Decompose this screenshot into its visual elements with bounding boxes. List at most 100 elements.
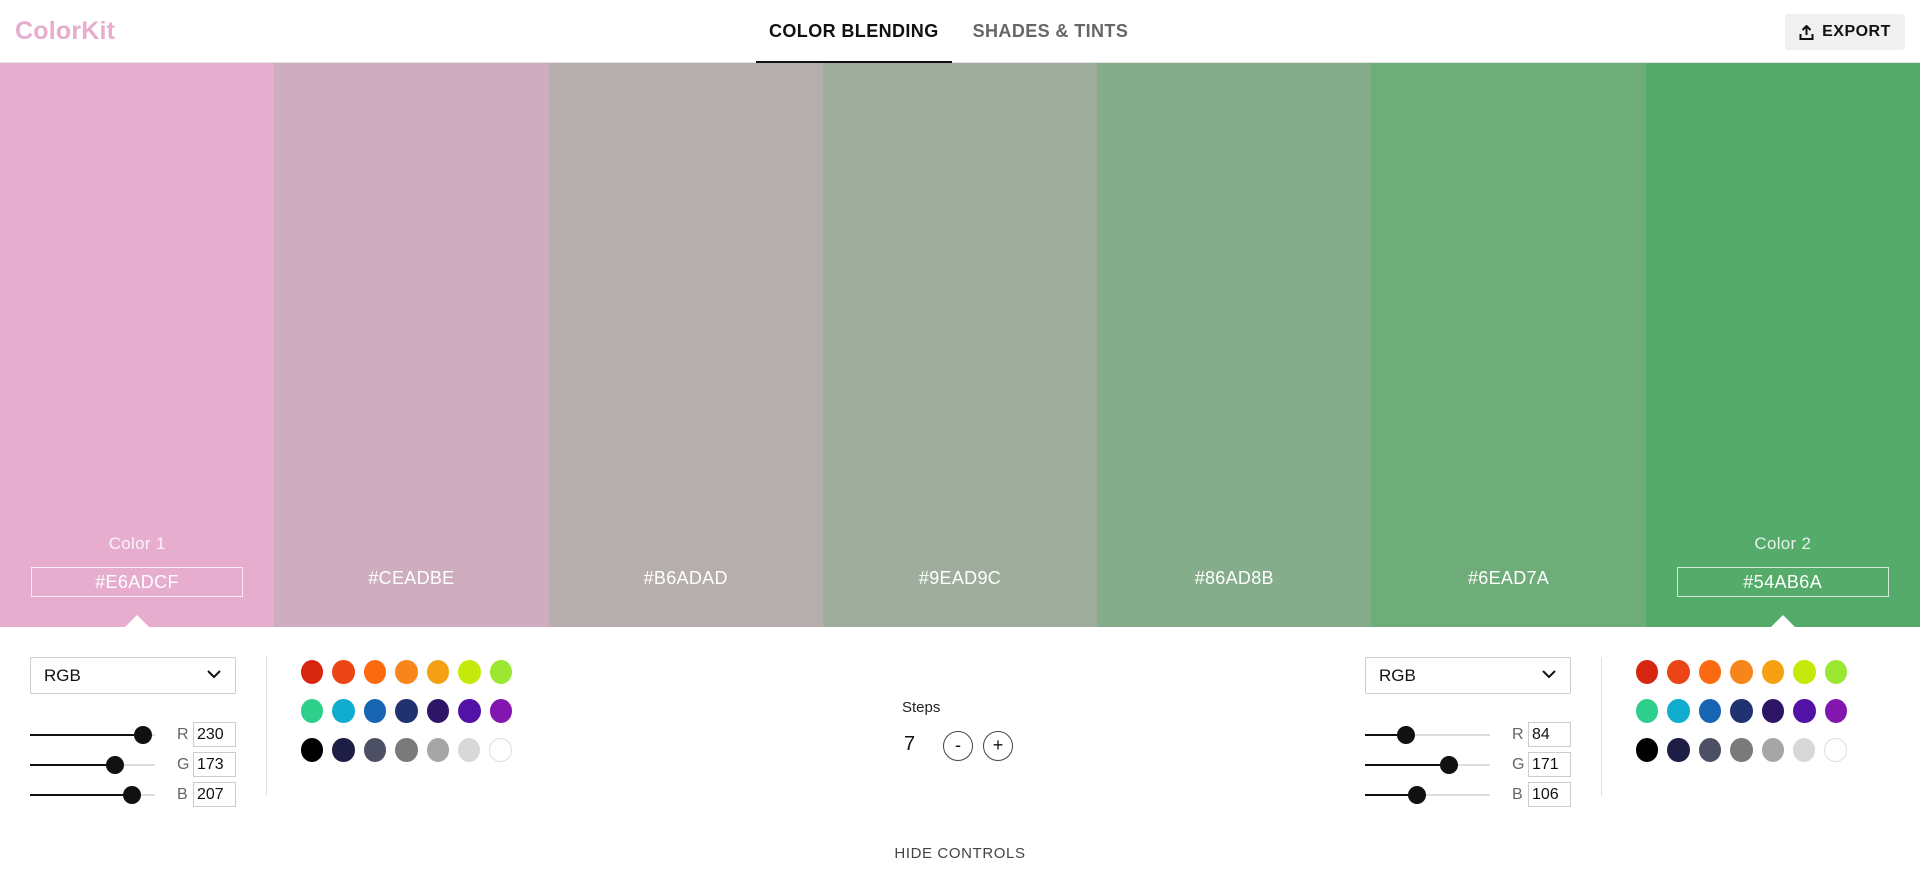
b-value-input[interactable]: 106 bbox=[1528, 782, 1571, 807]
palette-color-dot[interactable] bbox=[458, 738, 481, 762]
palette-color-dot[interactable] bbox=[1824, 738, 1847, 762]
swatch-step-5[interactable]: #86AD8B bbox=[1097, 63, 1372, 627]
palette-color-dot[interactable] bbox=[489, 660, 512, 684]
palette-color-dot[interactable] bbox=[1730, 738, 1753, 762]
selected-pointer bbox=[125, 615, 149, 627]
slider-b: B 106 bbox=[1365, 782, 1571, 808]
swatch-hex: #B6ADAD bbox=[643, 568, 728, 588]
b-value-input[interactable]: 207 bbox=[193, 782, 236, 807]
tab-shades-tints[interactable]: SHADES & TINTS bbox=[960, 0, 1142, 63]
palette-color-dot[interactable] bbox=[332, 738, 355, 762]
slider-track[interactable] bbox=[1365, 726, 1490, 744]
slider-track[interactable] bbox=[30, 726, 155, 744]
export-button[interactable]: EXPORT bbox=[1785, 14, 1905, 50]
palette-color-dot[interactable] bbox=[332, 699, 355, 723]
color-1-hex-input[interactable]: #E6ADCF bbox=[31, 567, 243, 597]
slider-thumb[interactable] bbox=[106, 756, 124, 774]
palette-color-dot[interactable] bbox=[363, 660, 387, 684]
slider-track[interactable] bbox=[30, 786, 155, 804]
slider-thumb[interactable] bbox=[1408, 786, 1426, 804]
app-logo[interactable]: ColorKit bbox=[15, 17, 115, 46]
steps-value: 7 bbox=[904, 733, 916, 755]
palette-color-dot[interactable] bbox=[1793, 699, 1816, 723]
steps-control: Steps 7 - + bbox=[902, 699, 1042, 769]
palette-color-dot[interactable] bbox=[426, 699, 450, 723]
palette-color-dot[interactable] bbox=[395, 699, 418, 723]
steps-label: Steps bbox=[902, 699, 941, 716]
palette-row bbox=[301, 660, 521, 684]
color-2-hex-input[interactable]: #54AB6A bbox=[1676, 567, 1889, 597]
palette-color-dot[interactable] bbox=[489, 699, 512, 723]
hide-controls-button[interactable]: HIDE CONTROLS bbox=[860, 845, 1060, 862]
slider-thumb[interactable] bbox=[123, 786, 141, 804]
palette-color-dot[interactable] bbox=[301, 699, 324, 723]
color-2-mode-select[interactable]: RGB bbox=[1365, 657, 1571, 694]
palette-color-dot[interactable] bbox=[1730, 699, 1753, 723]
slider-thumb[interactable] bbox=[1440, 756, 1458, 774]
swatch-step-6[interactable]: #6EAD7A bbox=[1371, 63, 1646, 627]
palette-color-dot[interactable] bbox=[1667, 660, 1690, 684]
r-value-input[interactable]: 84 bbox=[1528, 722, 1571, 747]
palette-color-dot[interactable] bbox=[301, 660, 324, 684]
steps-decrement-button[interactable]: - bbox=[943, 731, 973, 761]
palette-color-dot[interactable] bbox=[1761, 660, 1785, 684]
slider-g: G 171 bbox=[1365, 752, 1571, 778]
tab-color-blending[interactable]: COLOR BLENDING bbox=[756, 0, 952, 63]
mode-select-value: RGB bbox=[44, 666, 81, 685]
palette-color-dot[interactable] bbox=[1636, 738, 1659, 762]
chevron-down-icon bbox=[1542, 670, 1556, 679]
color-2-label: Color 2 bbox=[1754, 534, 1812, 553]
channel-label: B bbox=[1512, 786, 1523, 803]
swatch-color-1[interactable]: Color 1 #E6ADCF bbox=[0, 63, 275, 627]
palette-color-dot[interactable] bbox=[458, 660, 481, 684]
palette-color-dot[interactable] bbox=[1667, 738, 1690, 762]
palette-color-dot[interactable] bbox=[1636, 699, 1659, 723]
palette-color-dot[interactable] bbox=[363, 738, 387, 762]
palette-color-dot[interactable] bbox=[395, 738, 418, 762]
g-value-input[interactable]: 171 bbox=[1528, 752, 1571, 777]
palette-color-dot[interactable] bbox=[1730, 660, 1753, 684]
slider-thumb[interactable] bbox=[134, 726, 152, 744]
divider bbox=[1601, 657, 1602, 796]
palette-color-dot[interactable] bbox=[1636, 660, 1659, 684]
chevron-down-icon bbox=[207, 670, 221, 679]
slider-track[interactable] bbox=[1365, 756, 1490, 774]
palette-color-dot[interactable] bbox=[301, 738, 324, 762]
swatch-color-2[interactable]: Color 2 #54AB6A bbox=[1645, 63, 1920, 627]
steps-increment-button[interactable]: + bbox=[983, 731, 1013, 761]
palette-color-dot[interactable] bbox=[426, 738, 450, 762]
palette-color-dot[interactable] bbox=[1698, 699, 1722, 723]
channel-label: G bbox=[1512, 756, 1525, 773]
palette-color-dot[interactable] bbox=[1698, 660, 1722, 684]
color-1-mode-select[interactable]: RGB bbox=[30, 657, 236, 694]
palette-color-dot[interactable] bbox=[1761, 738, 1785, 762]
slider-track[interactable] bbox=[30, 756, 155, 774]
slider-track[interactable] bbox=[1365, 786, 1490, 804]
swatch-step-4[interactable]: #9EAD9C bbox=[822, 63, 1098, 627]
slider-thumb[interactable] bbox=[1397, 726, 1415, 744]
palette-color-dot[interactable] bbox=[363, 699, 387, 723]
palette-color-dot[interactable] bbox=[489, 738, 512, 762]
palette-color-dot[interactable] bbox=[1667, 699, 1690, 723]
palette-color-dot[interactable] bbox=[426, 660, 450, 684]
palette-color-dot[interactable] bbox=[332, 660, 355, 684]
g-value-input[interactable]: 173 bbox=[193, 752, 236, 777]
mode-select-value: RGB bbox=[1379, 666, 1416, 685]
slider-b: B 207 bbox=[30, 782, 236, 808]
palette-color-dot[interactable] bbox=[458, 699, 481, 723]
color-2-palette bbox=[1636, 660, 1856, 777]
swatch-step-2[interactable]: #CEADBE bbox=[274, 63, 549, 627]
palette-color-dot[interactable] bbox=[1824, 660, 1847, 684]
palette-color-dot[interactable] bbox=[1793, 660, 1816, 684]
export-label: EXPORT bbox=[1822, 23, 1891, 40]
palette-color-dot[interactable] bbox=[1824, 699, 1847, 723]
palette-color-dot[interactable] bbox=[1698, 738, 1722, 762]
blend-swatches: Color 1 #E6ADCF #CEADBE #B6ADAD #9EAD9C … bbox=[0, 63, 1920, 627]
palette-color-dot[interactable] bbox=[1793, 738, 1816, 762]
palette-color-dot[interactable] bbox=[1761, 699, 1785, 723]
palette-row bbox=[1636, 699, 1856, 723]
slider-r: R 230 bbox=[30, 722, 236, 748]
swatch-step-3[interactable]: #B6ADAD bbox=[548, 63, 823, 627]
r-value-input[interactable]: 230 bbox=[193, 722, 236, 747]
palette-color-dot[interactable] bbox=[395, 660, 418, 684]
